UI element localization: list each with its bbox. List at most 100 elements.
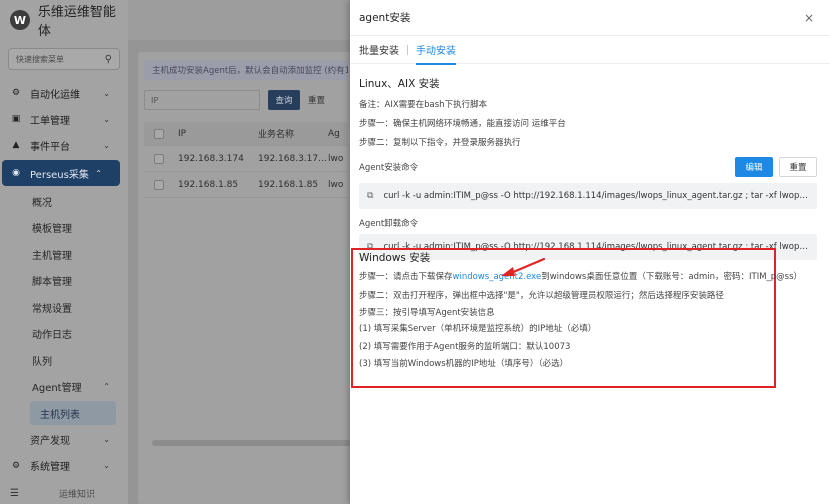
- chevron-down-icon: ⌄: [103, 114, 110, 124]
- app-logo-row: W 乐维运维智能体: [0, 0, 128, 40]
- reset-button[interactable]: 重置: [308, 94, 325, 106]
- sidebar-item-events[interactable]: ▲ 事件平台 ⌄: [0, 132, 128, 158]
- sidebar-sub-scripts[interactable]: 脚本管理: [0, 268, 128, 295]
- table-row[interactable]: 192.168.1.85 192.168.1.85 lwo: [144, 172, 348, 198]
- host-table: IP 业务名称 Ag 192.168.3.174 192.168.3.17...…: [144, 122, 348, 198]
- cell-ip: 192.168.1.85: [178, 179, 239, 190]
- windows-item1: (1) 填写采集Server（单机环境是监控系统）的IP地址（必填）: [359, 324, 597, 334]
- sidebar-sub-agent-management[interactable]: Agent管理 ⌃: [0, 374, 128, 401]
- host-list-card: 主机成功安装Agent后，默认会自动添加监控 (约有1分 IP 查询 重置 IP…: [138, 52, 354, 504]
- bell-icon: ▲: [12, 140, 20, 150]
- sidebar: W 乐维运维智能体 快速搜索菜单 ⚲ ⚙ 自动化运维 ⌄ ▣ 工单管理 ⌄ ▲ …: [0, 0, 128, 504]
- sidebar-sub-action-log[interactable]: 动作日志: [0, 321, 128, 348]
- chevron-down-icon: ⌄: [103, 434, 110, 444]
- gear-icon: ⚙: [11, 460, 21, 471]
- chevron-up-icon: ⌃: [103, 382, 110, 392]
- row-checkbox[interactable]: [154, 153, 164, 164]
- copy-icon[interactable]: ⧉: [367, 191, 373, 201]
- reset-command-button[interactable]: 重置: [779, 157, 817, 177]
- table-header: IP 业务名称 Ag: [144, 122, 348, 146]
- column-header-name: 业务名称: [258, 130, 295, 140]
- chevron-down-icon: ⌄: [103, 88, 110, 98]
- chevron-up-icon: ⌃: [95, 168, 102, 178]
- table-row[interactable]: 192.168.3.174 192.168.3.17... lwo: [144, 146, 348, 172]
- sidebar-footer-label: 运维知识: [58, 489, 95, 500]
- query-button[interactable]: 查询: [268, 90, 300, 110]
- sidebar-item-label: 系统管理: [30, 462, 70, 473]
- collect-icon: ◉: [12, 168, 20, 178]
- windows-step2: 步骤二：双击打开程序，弹出框中选择"是"，允许以超级管理员权限运行；然后选择程序…: [359, 291, 724, 301]
- red-arrow-annotation-icon: [501, 257, 546, 276]
- windows-item2: (2) 填写需要作用于Agent服务的监听端口：默认10073: [359, 342, 571, 352]
- windows-step1-prefix: 步骤一：请点击下载保存: [359, 272, 453, 282]
- gear-icon: ⚙: [11, 88, 21, 98]
- cell-agent: lwo: [328, 179, 344, 190]
- close-icon[interactable]: ×: [804, 11, 814, 25]
- linux-title: Linux、AIX 安装: [359, 78, 440, 90]
- cell-ip: 192.168.3.174: [178, 153, 244, 164]
- cmd-actions: 编辑 重置: [735, 157, 817, 177]
- tab-batch-install[interactable]: 批量安装: [359, 36, 399, 63]
- install-cmd-header: Agent安装命令 编辑 重置: [359, 157, 817, 177]
- chevron-down-icon: ⌄: [103, 140, 110, 150]
- install-cmd-text: curl -k -u admin:ITIM_p@ss -O http://192…: [383, 191, 817, 201]
- windows-step3: 步骤三：按引导填写Agent安装信息: [359, 308, 495, 318]
- install-cmd-label: Agent安装命令: [359, 163, 419, 173]
- select-all-checkbox[interactable]: [154, 128, 164, 139]
- sidebar-item-perseus[interactable]: ◉ Perseus采集 ⌃: [2, 160, 120, 186]
- sidebar-item-label: Perseus采集: [30, 169, 89, 181]
- notice-bar: 主机成功安装Agent后，默认会自动添加监控 (约有1分: [144, 60, 348, 80]
- sidebar-sub-asset-discovery[interactable]: 资产发现 ⌄: [0, 426, 128, 453]
- sidebar-item-label: 事件平台: [30, 141, 70, 153]
- top-header: [128, 0, 350, 40]
- linux-section: Linux、AIX 安装 备注：AIX需要在bash下执行脚本 步骤一：确保主机…: [350, 76, 830, 260]
- menu-search-placeholder: 快速搜索菜单: [16, 54, 64, 64]
- cell-agent: lwo: [328, 153, 344, 164]
- sidebar-item-automation[interactable]: ⚙ 自动化运维 ⌄: [0, 80, 128, 106]
- tab-manual-install[interactable]: 手动安装: [416, 36, 456, 65]
- install-cmd-box[interactable]: ⧉ curl -k -u admin:ITIM_p@ss -O http://1…: [359, 183, 817, 209]
- sidebar-sub-overview[interactable]: 概况: [0, 188, 128, 215]
- cell-name: 192.168.3.17...: [258, 153, 327, 164]
- ip-search-input[interactable]: IP: [144, 90, 260, 110]
- sidebar-sub-queue[interactable]: 队列: [0, 347, 128, 374]
- windows-title: Windows 安装: [359, 252, 431, 264]
- tab-divider: [407, 44, 408, 55]
- column-header-ip: IP: [178, 128, 187, 139]
- menu-collapse-icon[interactable]: ☰: [10, 488, 19, 499]
- cell-name: 192.168.1.85: [258, 179, 319, 190]
- main-content-dimmed: 主机成功安装Agent后，默认会自动添加监控 (约有1分 IP 查询 重置 IP…: [128, 0, 354, 504]
- linux-note: 备注：AIX需要在bash下执行脚本: [359, 100, 488, 110]
- menu-search-input[interactable]: 快速搜索菜单 ⚲: [8, 48, 120, 70]
- sidebar-footer: ☰ 运维知识: [0, 482, 128, 504]
- sidebar-item-tickets[interactable]: ▣ 工单管理 ⌄: [0, 106, 128, 132]
- drawer-header: agent安装 ×: [350, 0, 830, 36]
- search-icon: ⚲: [104, 53, 112, 65]
- windows-step1: 步骤一：请点击下载保存windows_agent2.exe到windows桌面任…: [359, 270, 802, 282]
- sidebar-sub-settings[interactable]: 常规设置: [0, 294, 128, 321]
- drawer-title: agent安装: [359, 12, 411, 24]
- sidebar-item-system[interactable]: ⚙ 系统管理 ⌄: [0, 453, 128, 479]
- sidebar-sub-host-list[interactable]: 主机列表: [30, 401, 116, 425]
- logo-icon: W: [10, 10, 30, 30]
- windows-item3: (3) 填写当前Windows机器的IP地址（填序号）（必选）: [359, 359, 569, 369]
- filter-toolbar: IP 查询 重置: [138, 88, 354, 112]
- sidebar-sub-templates[interactable]: 模板管理: [0, 215, 128, 242]
- chevron-down-icon: ⌄: [103, 461, 110, 470]
- linux-step1: 步骤一：确保主机网络环境畅通，能直接访问 运维平台: [359, 119, 566, 129]
- sidebar-sub-label: 资产发现: [30, 435, 70, 447]
- uninstall-cmd-label: Agent卸载命令: [359, 219, 419, 229]
- linux-step2: 步骤二：复制以下指令，并登录服务器执行: [359, 138, 521, 148]
- sidebar-sub-label: Agent管理: [32, 383, 82, 395]
- horizontal-scrollbar[interactable]: [152, 440, 352, 446]
- sidebar-sub-hosts[interactable]: 主机管理: [0, 241, 128, 268]
- row-checkbox[interactable]: [154, 179, 164, 190]
- column-header-agent: Ag: [328, 128, 340, 139]
- windows-step1-suffix: 到windows桌面任意位置（下载账号：admin，密码：ITIM_p@ss）: [541, 272, 803, 282]
- install-tabs: 批量安装 手动安装: [350, 36, 830, 65]
- ticket-icon: ▣: [11, 114, 21, 124]
- app-title: 乐维运维智能体: [37, 5, 116, 39]
- sidebar-item-label: 工单管理: [30, 115, 70, 127]
- edit-button[interactable]: 编辑: [735, 157, 773, 177]
- sidebar-item-label: 自动化运维: [30, 89, 80, 101]
